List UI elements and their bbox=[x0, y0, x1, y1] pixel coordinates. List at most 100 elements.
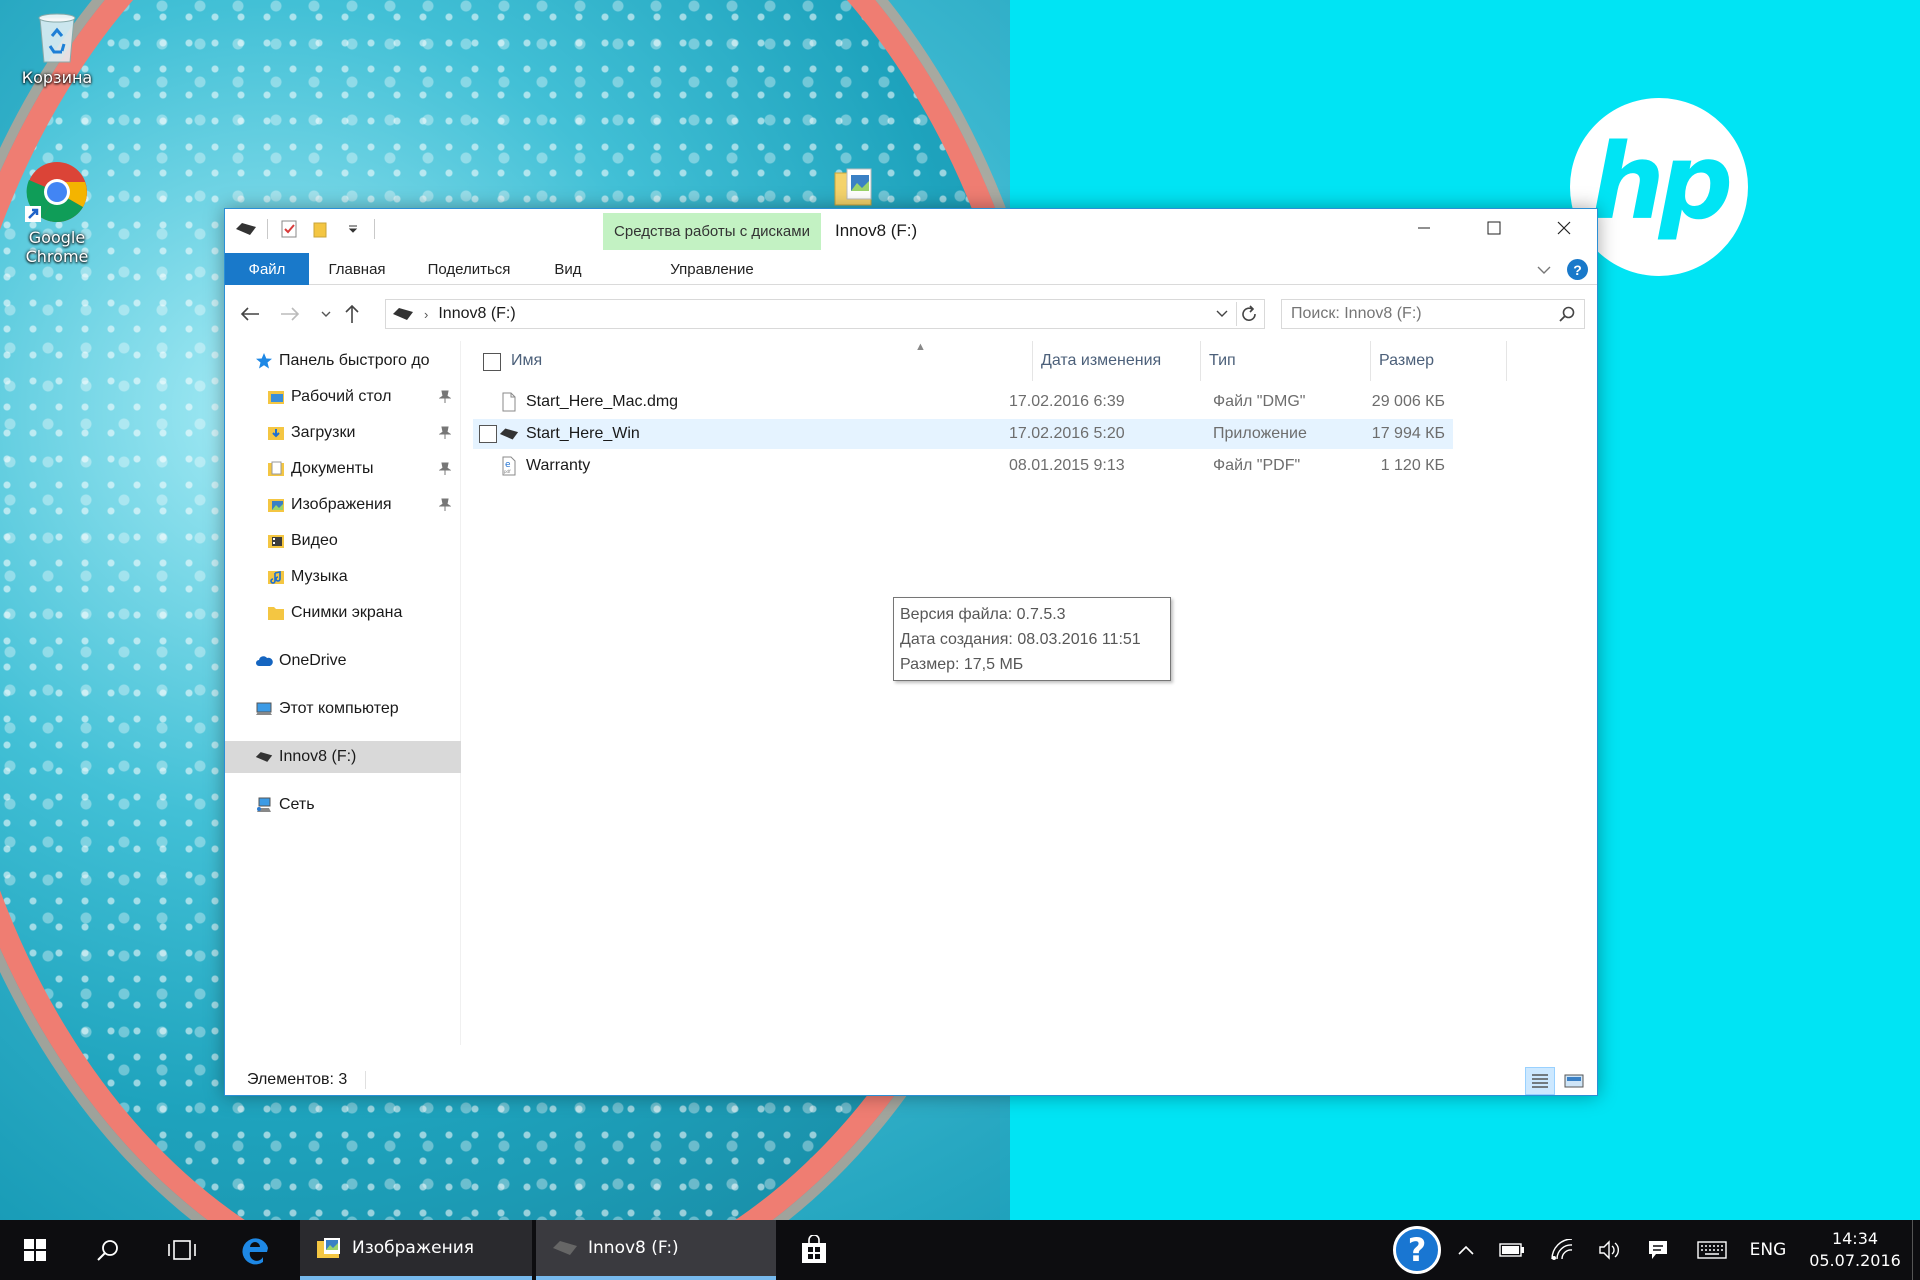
tab-share[interactable]: Поделиться bbox=[405, 253, 533, 285]
help-circle-icon: ? bbox=[1393, 1226, 1441, 1274]
folder-icon bbox=[268, 607, 284, 620]
taskbar-app-pictures[interactable]: Изображения bbox=[300, 1220, 532, 1280]
nav-item-music[interactable]: Музыка bbox=[225, 561, 461, 593]
status-divider bbox=[365, 1071, 366, 1089]
task-view-button[interactable] bbox=[146, 1220, 218, 1280]
nav-item-label: Документы bbox=[291, 460, 374, 477]
touch-keyboard-button[interactable] bbox=[1686, 1220, 1738, 1280]
nav-item-desktop[interactable]: Рабочий стол bbox=[225, 381, 461, 413]
maximize-button[interactable] bbox=[1459, 209, 1529, 247]
input-language-button[interactable]: ENG bbox=[1744, 1220, 1792, 1280]
nav-item-videos[interactable]: Видео bbox=[225, 525, 461, 557]
ribbon-tabs: Файл Главная Поделиться Вид Управление ? bbox=[225, 253, 1597, 285]
select-all-checkbox[interactable] bbox=[483, 353, 501, 371]
chrome-icon bbox=[25, 160, 89, 224]
arrow-left-icon bbox=[240, 307, 259, 321]
clock-button[interactable]: 14:34 05.07.2016 bbox=[1798, 1220, 1912, 1280]
desktop-icon-recycle-bin[interactable]: Корзина bbox=[12, 8, 102, 87]
customize-toolbar-icon[interactable] bbox=[342, 218, 364, 240]
help-button[interactable]: ? bbox=[1567, 259, 1588, 280]
forward-button[interactable] bbox=[277, 301, 303, 327]
file-date: 17.02.2016 6:39 bbox=[1009, 393, 1125, 410]
close-button[interactable] bbox=[1529, 209, 1599, 247]
column-size[interactable]: Размер bbox=[1371, 341, 1507, 381]
up-button[interactable] bbox=[339, 301, 365, 327]
nav-this-pc[interactable]: Этот компьютер bbox=[225, 693, 461, 725]
file-size: 1 120 КБ bbox=[1380, 457, 1445, 474]
file-row[interactable]: Start_Here_Win 17.02.2016 5:20 Приложени… bbox=[473, 419, 1453, 449]
battery-button[interactable] bbox=[1492, 1220, 1532, 1280]
file-row[interactable]: e pdf Warranty 08.01.2015 9:13 Файл "PDF"… bbox=[473, 451, 1453, 481]
item-count: Элементов: 3 bbox=[247, 1071, 348, 1088]
tab-manage[interactable]: Управление bbox=[603, 253, 821, 285]
column-date-modified[interactable]: Дата изменения bbox=[1033, 341, 1201, 381]
window-title: Innov8 (F:) bbox=[835, 221, 918, 240]
file-name: Start_Here_Win bbox=[526, 425, 640, 442]
details-view-button[interactable] bbox=[1525, 1067, 1555, 1095]
nav-item-screenshots[interactable]: Снимки экрана bbox=[225, 597, 461, 629]
minimize-button[interactable] bbox=[1389, 209, 1459, 247]
file-explorer-window: Средства работы с дисками Innov8 (F:) Фа… bbox=[224, 208, 1598, 1096]
refresh-icon bbox=[1241, 305, 1256, 321]
taskbar-app-label: Изображения bbox=[352, 1238, 475, 1258]
large-icons-view-button[interactable] bbox=[1561, 1069, 1587, 1093]
back-button[interactable] bbox=[237, 301, 263, 327]
chevron-up-icon bbox=[1458, 1245, 1474, 1255]
dragged-folder-icon bbox=[833, 165, 877, 209]
desktop-folder-icon bbox=[268, 391, 284, 404]
recent-locations-button[interactable] bbox=[313, 301, 339, 327]
volume-button[interactable] bbox=[1588, 1220, 1632, 1280]
network-button[interactable] bbox=[1540, 1220, 1584, 1280]
breadcrumb-current[interactable]: Innov8 (F:) bbox=[438, 305, 515, 323]
wifi-icon bbox=[1551, 1239, 1573, 1260]
row-checkbox[interactable] bbox=[479, 425, 497, 443]
start-button[interactable] bbox=[0, 1220, 70, 1280]
nav-item-pictures[interactable]: Изображения bbox=[225, 489, 461, 521]
pin-icon[interactable] bbox=[439, 426, 451, 440]
nav-quick-access[interactable]: Панель быстрого до bbox=[225, 345, 461, 377]
music-folder-icon bbox=[268, 571, 284, 584]
properties-icon[interactable] bbox=[278, 218, 300, 240]
nav-onedrive[interactable]: OneDrive bbox=[225, 645, 461, 677]
tab-view[interactable]: Вид bbox=[533, 253, 603, 285]
nav-item-label: Этот компьютер bbox=[279, 700, 399, 717]
edge-browser-button[interactable] bbox=[220, 1220, 292, 1280]
new-folder-icon[interactable] bbox=[310, 218, 332, 240]
nav-network[interactable]: Сеть bbox=[225, 789, 461, 821]
nav-item-label: Изображения bbox=[291, 496, 392, 513]
expand-ribbon-chevron-icon[interactable] bbox=[1535, 261, 1553, 279]
show-hidden-icons-button[interactable] bbox=[1448, 1220, 1484, 1280]
column-type[interactable]: Тип bbox=[1201, 341, 1371, 381]
taskbar-app-innov8[interactable]: Innov8 (F:) bbox=[536, 1220, 776, 1280]
details-view-icon bbox=[1532, 1074, 1548, 1088]
tab-file[interactable]: Файл bbox=[225, 253, 309, 285]
nav-item-downloads[interactable]: Загрузки bbox=[225, 417, 461, 449]
search-icon[interactable] bbox=[1558, 305, 1576, 323]
nav-item-documents[interactable]: Документы bbox=[225, 453, 461, 485]
pin-icon[interactable] bbox=[439, 390, 451, 404]
taskbar-search-button[interactable] bbox=[72, 1220, 144, 1280]
search-box[interactable] bbox=[1281, 299, 1585, 329]
edge-icon bbox=[242, 1238, 268, 1265]
tab-home[interactable]: Главная bbox=[309, 253, 405, 285]
notification-icon bbox=[1649, 1241, 1667, 1259]
show-desktop-button[interactable] bbox=[1912, 1220, 1920, 1280]
pin-icon[interactable] bbox=[439, 462, 451, 476]
desktop-icon-google-chrome[interactable]: Google Chrome bbox=[12, 160, 102, 266]
address-dropdown-chevron-icon[interactable] bbox=[1212, 304, 1232, 324]
action-center-button[interactable] bbox=[1636, 1220, 1680, 1280]
quick-access-toolbar bbox=[235, 218, 375, 240]
pin-icon[interactable] bbox=[439, 498, 451, 512]
drive-icon[interactable] bbox=[235, 218, 257, 240]
refresh-button[interactable] bbox=[1236, 302, 1260, 326]
column-name[interactable]: Имя bbox=[503, 341, 1033, 381]
hp-help-tray-button[interactable]: ? bbox=[1390, 1220, 1444, 1280]
nav-drive-innov8[interactable]: Innov8 (F:) bbox=[225, 741, 461, 773]
status-bar: Элементов: 3 bbox=[225, 1065, 1597, 1095]
address-bar[interactable]: › Innov8 (F:) bbox=[385, 299, 1265, 329]
store-button[interactable] bbox=[778, 1220, 850, 1280]
star-icon bbox=[256, 353, 272, 369]
file-icon bbox=[502, 392, 516, 412]
file-row[interactable]: Start_Here_Mac.dmg 17.02.2016 6:39 Файл … bbox=[473, 387, 1453, 417]
search-input[interactable] bbox=[1282, 305, 1542, 323]
